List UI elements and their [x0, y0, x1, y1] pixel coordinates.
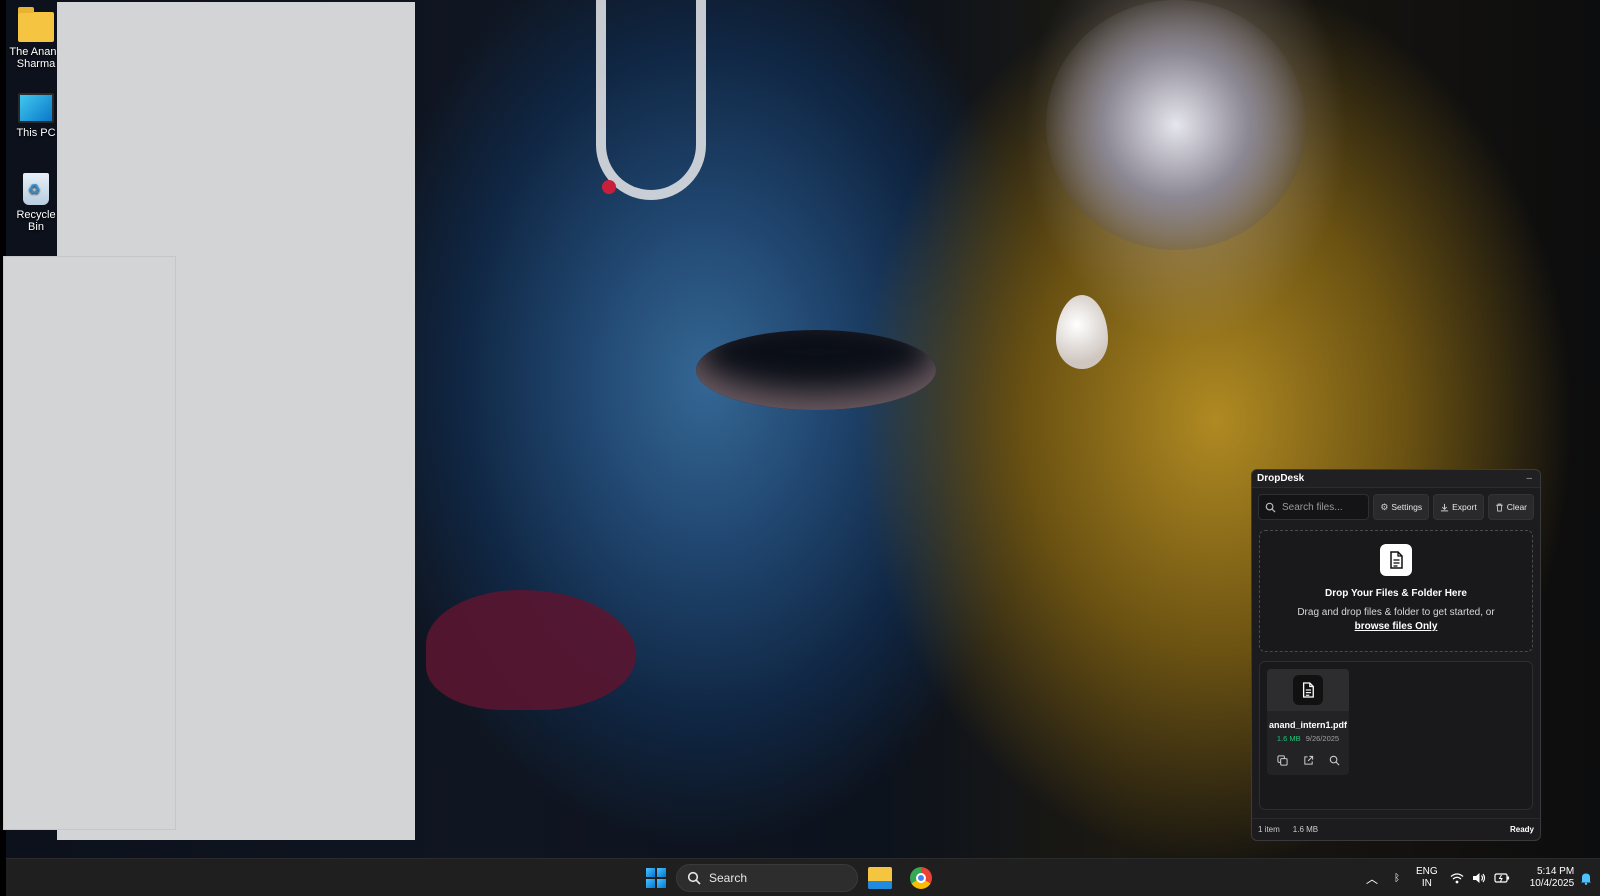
desktop-icon-recycle-bin[interactable]: Recycle Bin — [8, 173, 64, 233]
search-icon — [1329, 755, 1339, 765]
file-explorer-icon[interactable] — [868, 867, 892, 889]
file-name: anand_intern1.pdf — [1268, 720, 1347, 730]
clock[interactable]: 5:14 PM 10/4/2025 — [1530, 866, 1575, 890]
window-title: DropDesk — [1257, 473, 1305, 484]
start-button[interactable] — [646, 868, 666, 888]
recycle-bin-icon — [23, 173, 49, 205]
volume-icon[interactable] — [1472, 872, 1486, 884]
monitor-icon — [18, 93, 54, 123]
desktop-icon-folder[interactable]: The Anand Sharma — [8, 7, 64, 70]
clock-time: 5:14 PM — [1536, 866, 1575, 877]
file-size: 1.6 MB — [1276, 734, 1301, 743]
status-text: Ready — [1509, 825, 1534, 834]
minimize-button[interactable]: – — [1526, 473, 1532, 484]
status-bar: 1 item 1.6 MB Ready — [1252, 818, 1540, 840]
copy-button[interactable] — [1271, 750, 1293, 770]
clock-date: 10/4/2025 — [1529, 878, 1575, 889]
dropdesk-toolbar: ⚙ Settings Export Clear — [1252, 488, 1540, 526]
bluetooth-icon[interactable]: ᛒ — [1394, 873, 1400, 884]
taskbar-search-label: Search — [709, 871, 748, 885]
dropzone-title: Drop Your Files & Folder Here — [1325, 588, 1467, 599]
blank-overlay-panel — [3, 256, 176, 830]
dropzone-description: Drag and drop files & folder to get star… — [1297, 607, 1495, 618]
language-code: ENG — [1416, 866, 1438, 877]
document-icon — [1380, 544, 1412, 576]
trash-icon — [1496, 503, 1503, 512]
file-meta: 1.6 MB 9/26/2025 — [1267, 734, 1349, 743]
copy-icon — [1276, 754, 1288, 766]
search-icon — [687, 871, 701, 885]
file-list: anand_intern1.pdf 1.6 MB 9/26/2025 — [1259, 661, 1533, 810]
clear-button[interactable]: Clear — [1487, 494, 1534, 520]
clear-label: Clear — [1506, 502, 1527, 512]
search-input[interactable] — [1282, 501, 1362, 513]
settings-label: Settings — [1391, 502, 1423, 512]
file-date: 9/26/2025 — [1305, 734, 1340, 743]
dropdesk-window[interactable]: DropDesk – ⚙ Settings Export Clear — [1251, 469, 1541, 841]
item-count: 1 item — [1258, 825, 1280, 834]
external-link-icon — [1303, 755, 1313, 765]
language-indicator[interactable]: ENG IN — [1416, 866, 1438, 890]
desktop-icon-label: The Anand Sharma — [9, 46, 63, 70]
windows-logo-icon — [646, 868, 655, 877]
reveal-file-button[interactable] — [1323, 750, 1345, 770]
wallpaper-bindi — [602, 180, 616, 194]
dropzone-subtitle: Drag and drop files & folder to get star… — [1260, 606, 1532, 634]
open-external-button[interactable] — [1297, 750, 1319, 770]
export-button[interactable]: Export — [1433, 494, 1484, 520]
total-size: 1.6 MB — [1292, 825, 1319, 834]
desktop-icon-label: Recycle Bin — [16, 209, 56, 233]
chevron-up-icon[interactable]: ︿ — [1366, 870, 1378, 887]
gear-icon: ⚙ — [1380, 501, 1389, 512]
taskbar: Search ︿ ᛒ ENG IN 5:14 PM 10/4/2025 — [6, 858, 1600, 896]
wallpaper-eye — [696, 330, 936, 410]
file-card[interactable]: anand_intern1.pdf 1.6 MB 9/26/2025 — [1267, 669, 1349, 775]
wallpaper-pearl — [1056, 295, 1108, 369]
taskbar-search[interactable]: Search — [676, 864, 858, 892]
download-icon — [1441, 503, 1449, 511]
wifi-icon[interactable] — [1450, 872, 1464, 884]
folder-icon — [18, 7, 54, 42]
search-icon — [1265, 502, 1276, 513]
system-tray: ︿ ᛒ ENG IN 5:14 PM 10/4/2025 — [1366, 859, 1592, 896]
drop-zone[interactable]: Drop Your Files & Folder Here Drag and d… — [1259, 530, 1533, 652]
document-icon — [1293, 675, 1323, 705]
notification-bell-icon[interactable] — [1580, 872, 1592, 885]
export-label: Export — [1452, 502, 1477, 512]
search-box[interactable] — [1258, 494, 1370, 520]
chrome-icon[interactable] — [910, 867, 932, 889]
browse-files-link[interactable]: browse files Only — [1260, 620, 1532, 634]
dropdesk-titlebar[interactable]: DropDesk – — [1252, 470, 1540, 488]
region-code: IN — [1421, 878, 1432, 889]
file-actions — [1267, 750, 1349, 770]
settings-button[interactable]: ⚙ Settings — [1373, 494, 1430, 520]
file-thumbnail — [1267, 669, 1349, 711]
wallpaper-tilak — [596, 0, 706, 200]
desktop-icon-label: This PC — [16, 127, 56, 139]
battery-icon[interactable] — [1494, 872, 1510, 884]
wallpaper-jewel — [1046, 0, 1306, 250]
desktop-icon-this-pc[interactable]: This PC — [8, 93, 64, 139]
wallpaper-lips — [426, 590, 636, 710]
